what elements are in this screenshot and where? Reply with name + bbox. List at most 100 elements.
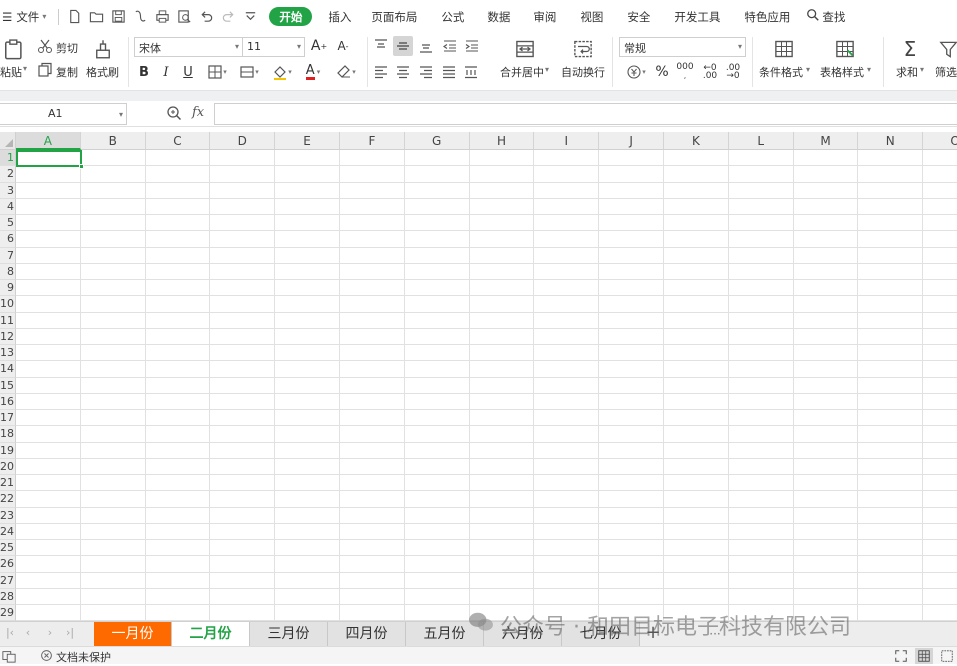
fill-color-icon[interactable]: ▾ xyxy=(268,63,296,81)
column-header-m[interactable]: M xyxy=(793,132,859,150)
cell-style-icon[interactable]: ▾ xyxy=(236,63,262,81)
name-box[interactable]: A1 ▾ xyxy=(0,103,127,125)
file-menu[interactable]: ☰ 文件 ▾ xyxy=(0,0,54,33)
decrease-font-icon[interactable]: A- xyxy=(334,38,352,54)
row-header-27[interactable]: 27 xyxy=(0,572,16,589)
tab-security[interactable]: 安全 xyxy=(615,0,662,33)
border-icon[interactable]: ▾ xyxy=(204,63,230,81)
row-header-21[interactable]: 21 xyxy=(0,475,16,492)
undo-icon[interactable] xyxy=(195,0,217,33)
decrease-indent-icon[interactable] xyxy=(442,38,458,54)
row-header-8[interactable]: 8 xyxy=(0,263,16,280)
row-header-25[interactable]: 25 xyxy=(0,540,16,557)
sum-button[interactable]: 求和 xyxy=(896,64,918,80)
row-header-14[interactable]: 14 xyxy=(0,361,16,378)
redo-icon[interactable] xyxy=(217,0,239,33)
filter-button[interactable]: 筛选 xyxy=(935,64,957,80)
format-painter-icon[interactable] xyxy=(92,37,114,61)
increase-decimal-icon[interactable]: ←0.00 xyxy=(700,63,720,81)
align-center-icon[interactable] xyxy=(395,64,411,80)
sum-icon[interactable]: Σ xyxy=(899,37,921,61)
underline-button[interactable]: U xyxy=(180,63,196,81)
wrap-text-button[interactable]: 自动换行 xyxy=(561,64,605,80)
table-style-button[interactable]: 表格样式 xyxy=(820,64,864,80)
bold-button[interactable]: B xyxy=(136,63,152,81)
cut-button[interactable]: 剪切 xyxy=(56,40,78,56)
search-button[interactable]: 查找 xyxy=(802,0,849,33)
row-header-26[interactable]: 26 xyxy=(0,556,16,573)
increase-indent-icon[interactable] xyxy=(464,38,480,54)
customize-toolbar-icon[interactable] xyxy=(239,0,261,33)
align-middle-icon[interactable] xyxy=(393,36,413,56)
print-preview-icon[interactable] xyxy=(173,0,195,33)
row-header-10[interactable]: 10 xyxy=(0,296,16,313)
align-bottom-icon[interactable] xyxy=(418,38,434,54)
wrap-text-icon[interactable] xyxy=(570,38,596,60)
sheet-tab-3[interactable]: 三月份 xyxy=(250,622,328,646)
active-cell-a1[interactable] xyxy=(16,150,84,170)
align-top-icon[interactable] xyxy=(373,38,389,54)
print-icon[interactable] xyxy=(151,0,173,33)
italic-button[interactable]: I xyxy=(158,63,174,81)
column-header-d[interactable]: D xyxy=(210,132,276,150)
column-header-a[interactable]: A xyxy=(16,132,81,150)
save-icon[interactable] xyxy=(107,0,129,33)
row-header-22[interactable]: 22 xyxy=(0,491,16,508)
tab-insert[interactable]: 插入 xyxy=(320,0,359,33)
column-header-e[interactable]: E xyxy=(275,132,340,150)
column-header-k[interactable]: K xyxy=(664,132,729,150)
row-header-9[interactable]: 9 xyxy=(0,280,16,297)
export-pdf-icon[interactable] xyxy=(129,0,151,33)
prev-sheet-icon[interactable]: ‹ xyxy=(22,626,34,642)
column-header-o[interactable]: O xyxy=(923,132,957,150)
column-header-l[interactable]: L xyxy=(728,132,794,150)
column-header-c[interactable]: C xyxy=(145,132,211,150)
increase-font-icon[interactable]: A + xyxy=(310,38,328,54)
merge-center-button[interactable]: 合并居中 xyxy=(500,64,544,80)
row-header-28[interactable]: 28 xyxy=(0,588,16,605)
table-style-icon[interactable] xyxy=(833,38,857,60)
first-sheet-icon[interactable]: |‹ xyxy=(4,626,16,642)
number-format-select[interactable]: 常规 ▾ xyxy=(619,37,746,57)
row-header-12[interactable]: 12 xyxy=(0,328,16,345)
font-size-select[interactable]: 11 ▾ xyxy=(242,37,305,57)
row-header-16[interactable]: 16 xyxy=(0,393,16,410)
fullscreen-icon[interactable] xyxy=(894,649,908,666)
sheet-tab-2[interactable]: 二月份 xyxy=(172,622,250,646)
tab-developer[interactable]: 开发工具 xyxy=(662,0,732,33)
align-right-icon[interactable] xyxy=(418,64,434,80)
format-painter-button[interactable]: 格式刷 xyxy=(86,64,119,80)
spreadsheet-grid[interactable]: ABCDEFGHIJKLMNO 1 2 3 4 5 6 7 8 9 10 11 12 13 14 15 16 1… xyxy=(0,132,957,621)
zoom-icon[interactable] xyxy=(166,105,184,123)
row-header-17[interactable]: 17 xyxy=(0,410,16,427)
row-header-4[interactable]: 4 xyxy=(0,198,16,215)
tab-special-apps[interactable]: 特色应用 xyxy=(732,0,802,33)
thousands-separator-icon[interactable]: 000, xyxy=(676,63,694,81)
document-protection-status[interactable]: 文档未保护 xyxy=(56,649,111,665)
column-header-g[interactable]: G xyxy=(404,132,470,150)
fill-handle[interactable] xyxy=(78,164,84,170)
macro-icon[interactable] xyxy=(2,649,16,666)
tab-home[interactable]: 开始 xyxy=(269,7,313,26)
merge-center-icon[interactable] xyxy=(512,38,538,60)
currency-icon[interactable]: ▾ xyxy=(622,63,650,81)
font-name-select[interactable]: 宋体 ▾ xyxy=(134,37,243,57)
scissors-icon[interactable] xyxy=(37,38,53,54)
page-break-view-icon[interactable] xyxy=(940,649,954,666)
row-header-6[interactable]: 6 xyxy=(0,231,16,248)
paste-button[interactable]: 粘贴 xyxy=(0,64,22,80)
conditional-format-button[interactable]: 条件格式 xyxy=(759,64,803,80)
normal-view-icon[interactable] xyxy=(915,648,933,664)
formula-input[interactable] xyxy=(214,103,957,125)
tab-page-layout[interactable]: 页面布局 xyxy=(359,0,429,33)
decrease-decimal-icon[interactable]: .00 →0 xyxy=(723,63,743,81)
column-header-b[interactable]: B xyxy=(80,132,146,150)
tab-review[interactable]: 审阅 xyxy=(521,0,568,33)
row-header-18[interactable]: 18 xyxy=(0,426,16,443)
sheet-tab-1[interactable]: 一月份 xyxy=(94,622,172,646)
copy-button[interactable]: 复制 xyxy=(56,64,78,80)
row-header-1[interactable]: 1 xyxy=(0,150,16,167)
row-header-13[interactable]: 13 xyxy=(0,345,16,362)
row-header-23[interactable]: 23 xyxy=(0,507,16,524)
font-color-icon[interactable]: A ▾ xyxy=(300,63,326,81)
